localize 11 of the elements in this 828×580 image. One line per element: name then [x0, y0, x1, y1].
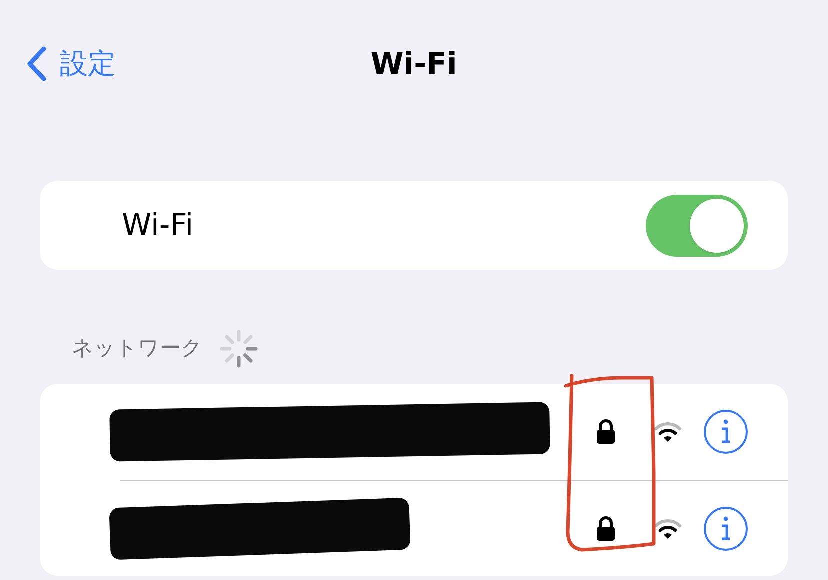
info-icon [720, 516, 732, 542]
info-icon [720, 419, 732, 445]
info-button[interactable] [704, 506, 748, 550]
wifi-signal-icon [654, 518, 682, 540]
back-button[interactable]: 設定 [26, 46, 116, 82]
wifi-signal-icon [654, 421, 682, 443]
section-header: ネットワーク [72, 335, 203, 362]
chevron-left-icon [26, 46, 48, 82]
info-button[interactable] [704, 410, 748, 454]
page-title: Wi-Fi [370, 50, 458, 80]
wifi-label: Wi-Fi [122, 207, 194, 245]
